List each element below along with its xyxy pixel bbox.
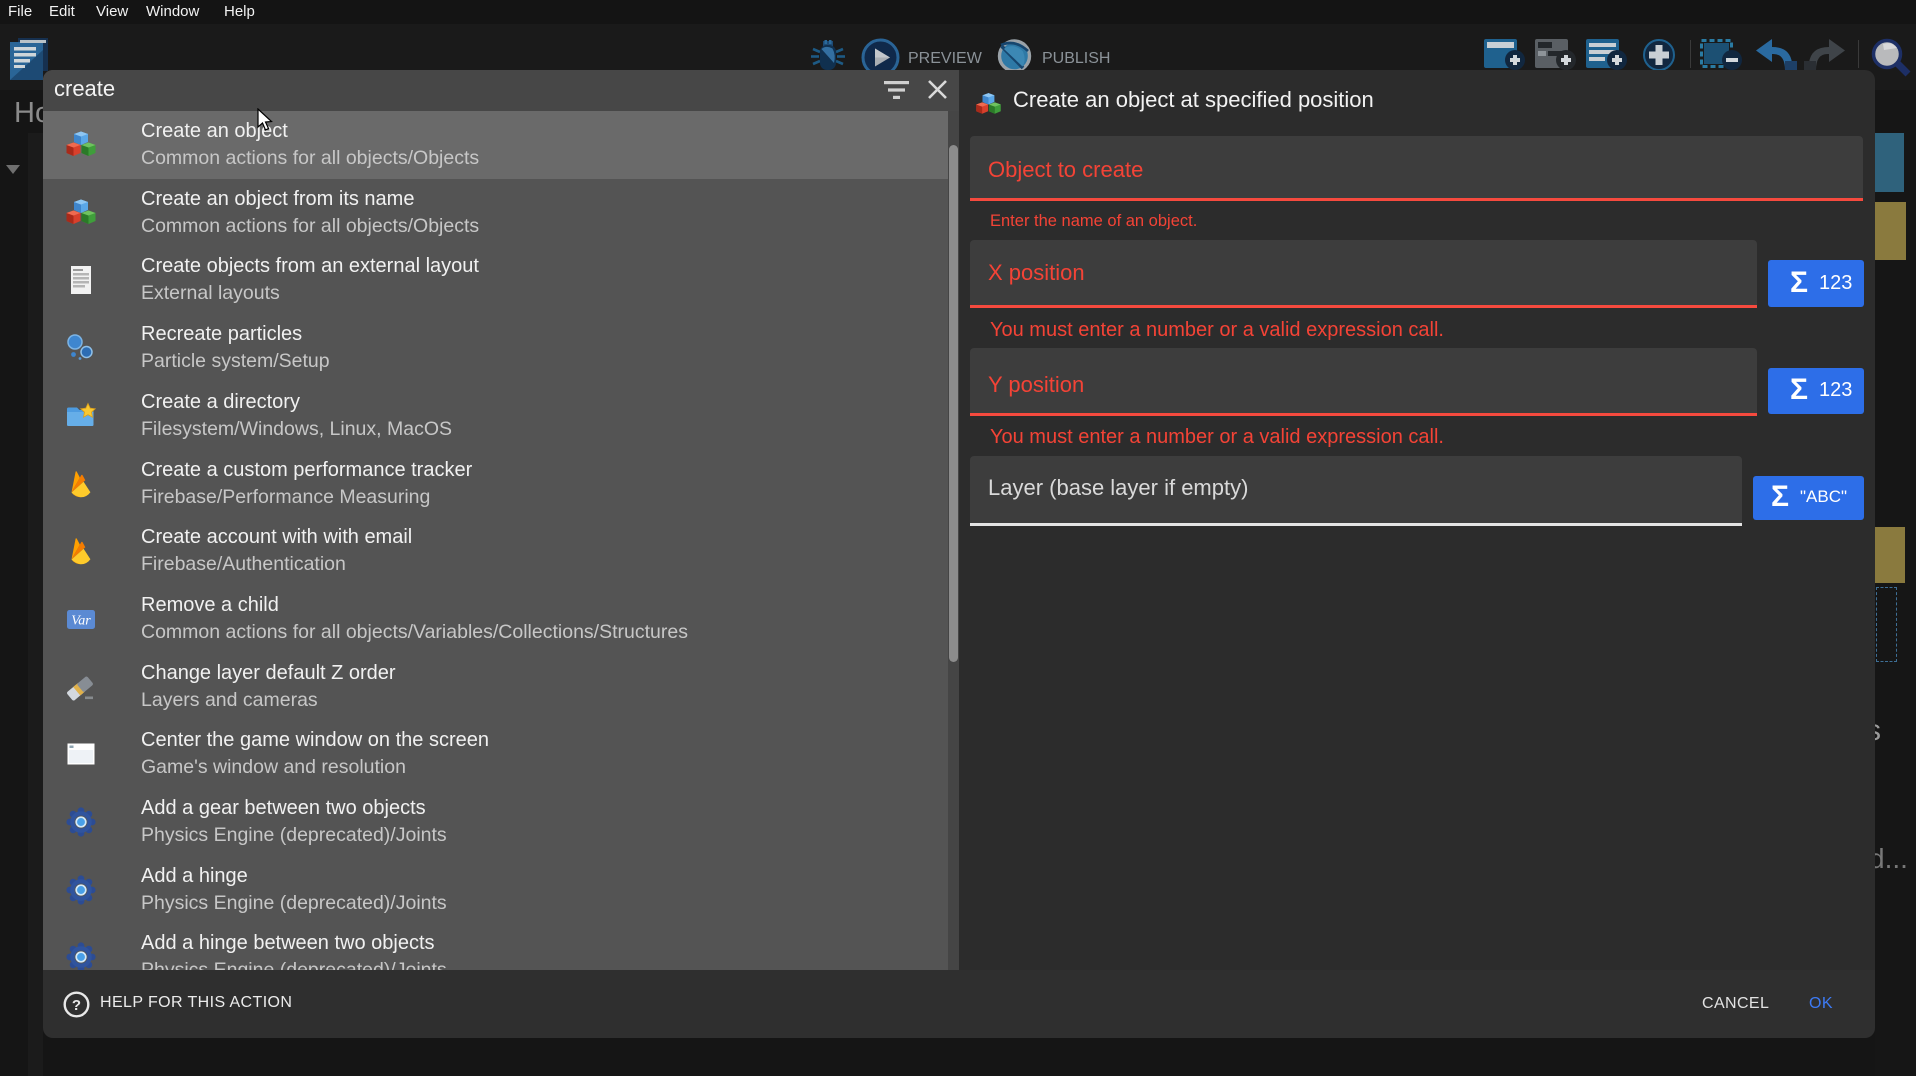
svg-text:?: ?	[72, 997, 81, 1014]
svg-text:Var: Var	[71, 613, 91, 628]
